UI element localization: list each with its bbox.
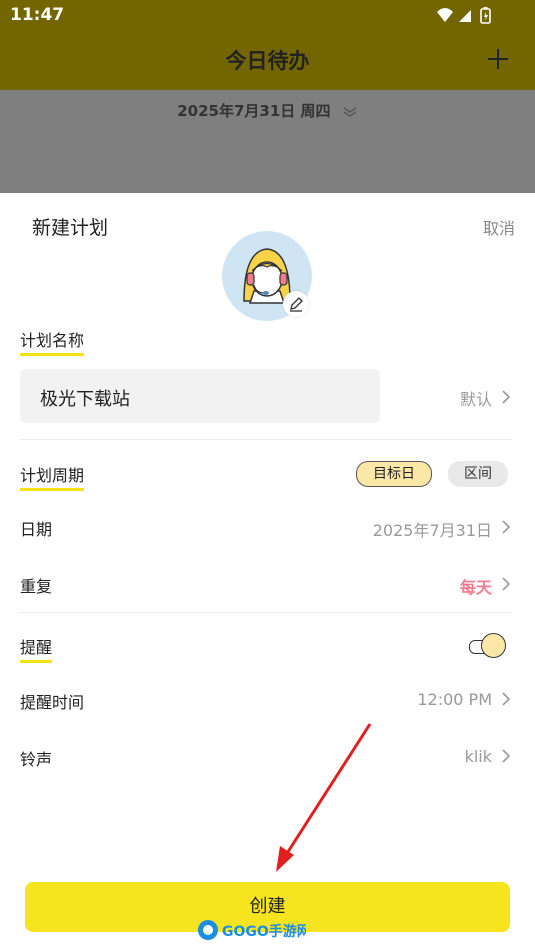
- ringtone-label: 铃声: [20, 750, 53, 769]
- reminder-time-label: 提醒时间: [20, 693, 85, 712]
- page-title: 今日待办: [225, 49, 310, 73]
- plan-name-value: 极光下载站: [40, 389, 130, 410]
- watermark-logo: GOGO手游网: [196, 917, 311, 943]
- status-icons: [437, 7, 491, 24]
- wifi-icon: [437, 8, 453, 22]
- repeat-value: 每天: [459, 578, 492, 597]
- sheet-title: 新建计划: [32, 217, 109, 239]
- new-plan-sheet: 新建计划 取消 计划名称 极光下载站 默认 计划周期 目标日 区间 日期 202…: [0, 193, 535, 951]
- default-name-button[interactable]: 默认: [460, 386, 492, 410]
- svg-text:GOGO手游网: GOGO手游网: [222, 923, 306, 940]
- plan-name-label: 计划名称: [20, 327, 85, 356]
- cancel-button[interactable]: 取消: [483, 215, 515, 239]
- date-selector[interactable]: 2025年7月31日 周四: [0, 100, 535, 121]
- double-chevron-down-icon: [343, 106, 357, 117]
- date-value: 2025年7月31日: [372, 521, 492, 540]
- ringtone-value: klik: [464, 747, 492, 766]
- plan-name-input[interactable]: 极光下载站: [20, 369, 380, 423]
- current-date: 2025年7月31日 周四: [177, 102, 331, 120]
- divider: [20, 612, 512, 613]
- pencil-icon: [290, 297, 303, 312]
- tab-target-day[interactable]: 目标日: [356, 461, 432, 487]
- chevron-right-icon: [502, 390, 511, 404]
- reminder-time-value: 12:00 PM: [417, 690, 492, 709]
- status-bar: 11:47: [0, 0, 535, 32]
- chevron-right-icon: [502, 749, 511, 763]
- chevron-right-icon: [502, 692, 511, 706]
- reminder-toggle[interactable]: [469, 633, 507, 659]
- chevron-right-icon: [502, 520, 511, 534]
- chevron-right-icon: [502, 577, 511, 591]
- repeat-label: 重复: [20, 577, 53, 596]
- edit-avatar-button[interactable]: [283, 291, 309, 317]
- reminder-label: 提醒: [20, 634, 53, 663]
- gogo-logo-icon: GOGO手游网: [198, 920, 311, 940]
- status-time: 11:47: [10, 5, 65, 25]
- add-icon[interactable]: [487, 48, 509, 70]
- signal-icon: [459, 10, 471, 22]
- divider: [20, 439, 512, 440]
- date-label: 日期: [20, 520, 53, 539]
- plan-cycle-label: 计划周期: [20, 462, 85, 491]
- toggle-knob: [481, 633, 506, 658]
- tab-interval[interactable]: 区间: [448, 461, 508, 487]
